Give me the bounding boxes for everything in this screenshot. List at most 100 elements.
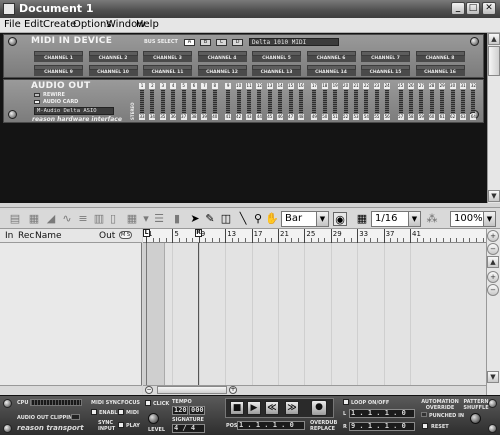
scroll-down-icon[interactable]: ▼	[488, 190, 500, 202]
magnify-tool-icon[interactable]: ⚲	[251, 212, 265, 226]
zoom-out-icon[interactable]: −	[145, 386, 153, 394]
track-icon[interactable]: ▤	[8, 212, 22, 226]
grid-icon[interactable]: ▦	[125, 212, 139, 226]
enable-checkbox[interactable]	[91, 409, 97, 415]
midi-channel-slot[interactable]: CHANNEL 15	[361, 65, 410, 76]
midi-channel-slot[interactable]: CHANNEL 7	[361, 51, 410, 62]
arrange-vertical-scrollbar[interactable]: + − ▲ + − ▼	[486, 229, 500, 395]
focus-midi-checkbox[interactable]	[118, 409, 124, 415]
list-icon[interactable]: ☰	[152, 212, 166, 226]
loop-left-marker[interactable]: L	[143, 229, 150, 237]
midi-channel-slot[interactable]: CHANNEL 13	[252, 65, 301, 76]
snap-select[interactable]: Bar ▼	[281, 211, 329, 227]
scroll-up-icon[interactable]: ▲	[487, 256, 499, 268]
controller-icon[interactable]: ▯	[106, 212, 120, 226]
zoom-out-icon[interactable]: −	[487, 243, 499, 255]
pencil-tool-icon[interactable]: ✎	[203, 212, 217, 226]
minimize-button[interactable]: _	[451, 2, 465, 15]
arrow-tool-icon[interactable]: ➤	[188, 212, 202, 226]
channel-label: CHANNEL 1	[34, 56, 83, 62]
pattern-shuffle-knob[interactable]	[470, 413, 481, 424]
midi-channel-slot[interactable]: CHANNEL 10	[88, 65, 138, 76]
sync-input-label: SYNC INPUT	[98, 420, 116, 432]
record-button[interactable]: ●	[311, 400, 327, 416]
midi-channel-slot[interactable]: CHANNEL 6	[306, 51, 356, 62]
loop-checkbox[interactable]	[343, 399, 349, 405]
midi-channel-slot[interactable]: CHANNEL 1	[34, 51, 83, 62]
midi-channel-slot[interactable]: CHANNEL 16	[415, 65, 465, 76]
focus-play-checkbox[interactable]	[118, 422, 124, 428]
scroll-up-icon[interactable]: ▲	[488, 33, 500, 45]
rewind-button[interactable]: ≪	[265, 401, 279, 415]
arrange-area[interactable]	[143, 243, 486, 385]
h-scroll-thumb[interactable]	[157, 386, 227, 394]
chevron-down-icon[interactable]: ▼	[483, 212, 495, 226]
midi-channel-slot[interactable]: CHANNEL 4	[197, 51, 247, 62]
zoom-in-icon[interactable]: +	[487, 230, 499, 242]
chevron-down-icon[interactable]: ▾	[139, 212, 153, 226]
maximize-button[interactable]: □	[466, 2, 480, 15]
midi-channel-slot[interactable]: CHANNEL 5	[252, 51, 301, 62]
play-button[interactable]: ▶	[247, 401, 261, 415]
arrange-view-icon[interactable]: ▦	[27, 212, 41, 226]
signature-display[interactable]: 4 / 4	[172, 424, 205, 433]
midi-channel-slot[interactable]: CHANNEL 12	[197, 65, 247, 76]
midi-channel-slot[interactable]: CHANNEL 11	[143, 65, 192, 76]
menu-help[interactable]: Help	[136, 19, 159, 30]
piano-roll-icon[interactable]: ▥	[92, 212, 106, 226]
zoom-out-icon[interactable]: −	[487, 284, 499, 296]
chevron-down-icon[interactable]: ▼	[408, 212, 420, 226]
chevron-down-icon[interactable]: ▼	[316, 212, 328, 226]
midi-channel-slot[interactable]: CHANNEL 8	[415, 51, 465, 62]
tempo-display[interactable]: 120	[172, 406, 188, 415]
arrange-horizontal-scrollbar[interactable]: − +	[143, 385, 486, 395]
midi-channel-slot[interactable]: CHANNEL 2	[88, 51, 138, 62]
reset-button[interactable]	[422, 423, 428, 429]
stop-button[interactable]: ■	[230, 401, 244, 415]
hand-tool-icon[interactable]: ✋	[265, 212, 279, 226]
close-button[interactable]: ✕	[482, 2, 496, 15]
bus-c-button[interactable]: C	[216, 39, 227, 46]
midi-channel-slot[interactable]: CHANNEL 3	[143, 51, 192, 62]
loop-left-display[interactable]: 1 . 1 . 1 . 0	[349, 409, 415, 418]
ruler-tick	[390, 238, 392, 242]
mute-solo-button[interactable]: M S	[119, 231, 133, 239]
note-lane-icon[interactable]: ≡	[76, 212, 90, 226]
loop-right-marker[interactable]: R	[195, 229, 202, 237]
meter-number: 3	[159, 83, 166, 89]
song-position-display[interactable]: 1 . 1 . 1 . 0	[237, 421, 305, 430]
quantize-icon[interactable]: ▦	[355, 212, 369, 226]
eraser-tool-icon[interactable]: ◫	[219, 212, 233, 226]
quantize-select[interactable]: 1/16 ▼	[371, 211, 421, 227]
rack-scrollbar[interactable]: ▲ ▼	[487, 33, 500, 203]
timeline-ruler[interactable]: 1 5 9 13 17 21 25 29 33 37 41 L R	[143, 229, 486, 243]
tempo-fraction-display[interactable]: 000	[189, 406, 205, 415]
bus-a-button[interactable]: A	[184, 39, 195, 46]
bus-b-button[interactable]: B	[200, 39, 211, 46]
menu-edit[interactable]: Edit	[24, 19, 43, 30]
scroll-down-icon[interactable]: ▼	[487, 371, 499, 383]
line-tool-icon[interactable]: ╲	[236, 212, 250, 226]
lane-icon[interactable]: ▮	[170, 212, 184, 226]
track-list-scrollbar[interactable]	[0, 385, 142, 395]
zoom-in-icon[interactable]: +	[487, 271, 499, 283]
menu-file[interactable]: File	[4, 19, 21, 30]
ruler-tick	[416, 238, 418, 242]
curve-icon[interactable]: ∿	[60, 212, 74, 226]
midi-channel-slot[interactable]: CHANNEL 9	[34, 65, 83, 76]
snap-toggle-icon[interactable]: ◉	[333, 212, 347, 226]
velocity-icon[interactable]: ◢	[44, 212, 58, 226]
click-level-knob[interactable]	[148, 413, 159, 424]
zoom-select[interactable]: 100% ▼	[450, 211, 496, 227]
rack-screw	[3, 399, 12, 408]
rack-scroll-thumb[interactable]	[488, 46, 500, 76]
loop-right-display[interactable]: 9 . 1 . 1 . 0	[349, 422, 415, 431]
fast-forward-button[interactable]: ≫	[285, 401, 299, 415]
randomize-icon[interactable]: ⁂	[425, 212, 439, 226]
midi-channel-slot[interactable]: CHANNEL 14	[306, 65, 356, 76]
bus-d-button[interactable]: D	[232, 39, 243, 46]
zoom-in-icon[interactable]: +	[229, 386, 237, 394]
meter-number: 35	[159, 114, 166, 120]
click-checkbox[interactable]	[145, 400, 151, 406]
menu-create[interactable]: Create	[43, 19, 76, 30]
